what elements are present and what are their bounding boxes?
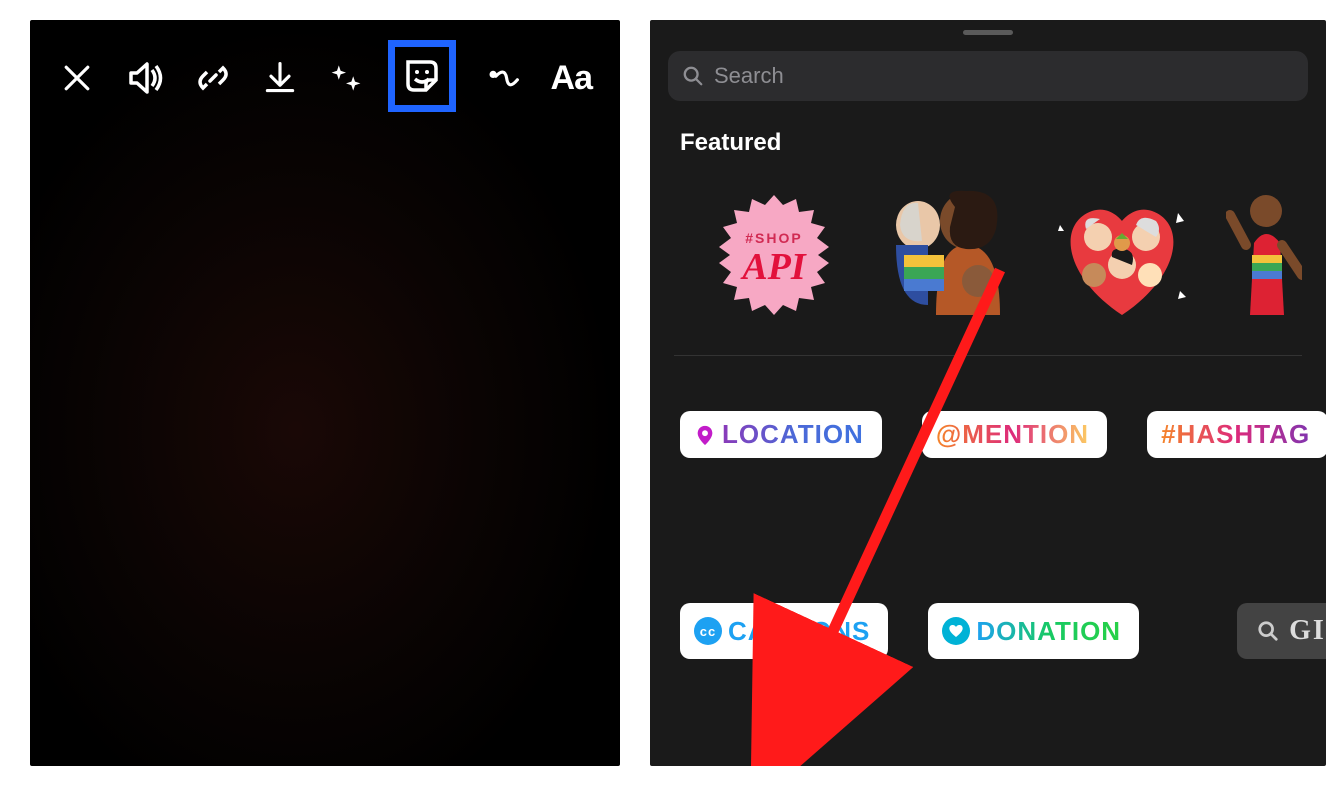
donation-heart-icon (942, 617, 970, 645)
sound-button[interactable] (125, 56, 165, 100)
featured-sticker-shop-api[interactable]: #SHOP API (704, 185, 844, 325)
captions-sticker[interactable]: cc CAPTIONS (680, 603, 888, 659)
close-button[interactable] (58, 56, 97, 100)
hashtag-sticker[interactable]: #HASHTAG (1147, 411, 1326, 458)
featured-section-label: Featured (680, 129, 1326, 157)
search-icon (1257, 620, 1279, 642)
featured-sticker-dancers[interactable] (1226, 185, 1302, 325)
svg-text:API: API (740, 246, 807, 288)
shop-api-badge-icon: #SHOP API (704, 185, 844, 325)
mention-sticker-label: @MENTION (936, 419, 1089, 450)
editor-toolbar: Aa (30, 20, 620, 136)
featured-sticker-row[interactable]: #SHOP API (674, 157, 1302, 356)
featured-sticker-heart-group[interactable] (1052, 185, 1192, 325)
search-placeholder: Search (714, 63, 784, 89)
location-sticker[interactable]: LOCATION (680, 411, 882, 458)
story-editor-screen: Aa (30, 20, 620, 766)
sticker-button[interactable] (400, 54, 444, 98)
sticker-search-input[interactable]: Search (668, 51, 1308, 101)
download-button[interactable] (261, 56, 300, 100)
sparkle-icon (328, 60, 364, 96)
sticker-tray-panel: Search Featured #SHOP API (650, 20, 1326, 766)
location-sticker-label: LOCATION (722, 419, 864, 450)
sticker-icon (400, 54, 444, 98)
squiggle-icon (485, 60, 521, 96)
sticker-button-highlight (388, 40, 456, 112)
gif-sticker[interactable]: GI (1237, 603, 1326, 659)
donation-sticker[interactable]: DONATION (928, 603, 1139, 659)
text-button[interactable]: Aa (551, 56, 592, 100)
close-icon (59, 60, 95, 96)
heart-group-icon (1052, 185, 1192, 325)
draw-button[interactable] (484, 56, 523, 100)
svg-text:#SHOP: #SHOP (745, 230, 802, 246)
hashtag-sticker-label: #HASHTAG (1161, 419, 1310, 450)
cc-badge-icon: cc (694, 617, 722, 645)
mention-sticker[interactable]: @MENTION (922, 411, 1107, 458)
sheet-grabber[interactable] (963, 30, 1013, 35)
effects-button[interactable] (327, 56, 366, 100)
link-button[interactable] (193, 56, 233, 100)
donation-sticker-label: DONATION (976, 616, 1121, 647)
featured-sticker-family[interactable] (878, 185, 1018, 325)
gif-sticker-label: GI (1289, 615, 1326, 647)
family-illustration-icon (878, 185, 1018, 325)
dancing-people-icon (1226, 185, 1302, 325)
link-icon (193, 58, 233, 98)
search-icon (682, 65, 704, 87)
download-icon (262, 60, 298, 96)
text-button-label: Aa (551, 59, 592, 98)
location-pin-icon (694, 422, 716, 448)
sticker-pill-grid: LOCATION @MENTION #HASHTAG cc CAPTIONS D… (650, 356, 1326, 659)
speaker-icon (125, 58, 165, 98)
captions-sticker-label: CAPTIONS (728, 616, 870, 647)
